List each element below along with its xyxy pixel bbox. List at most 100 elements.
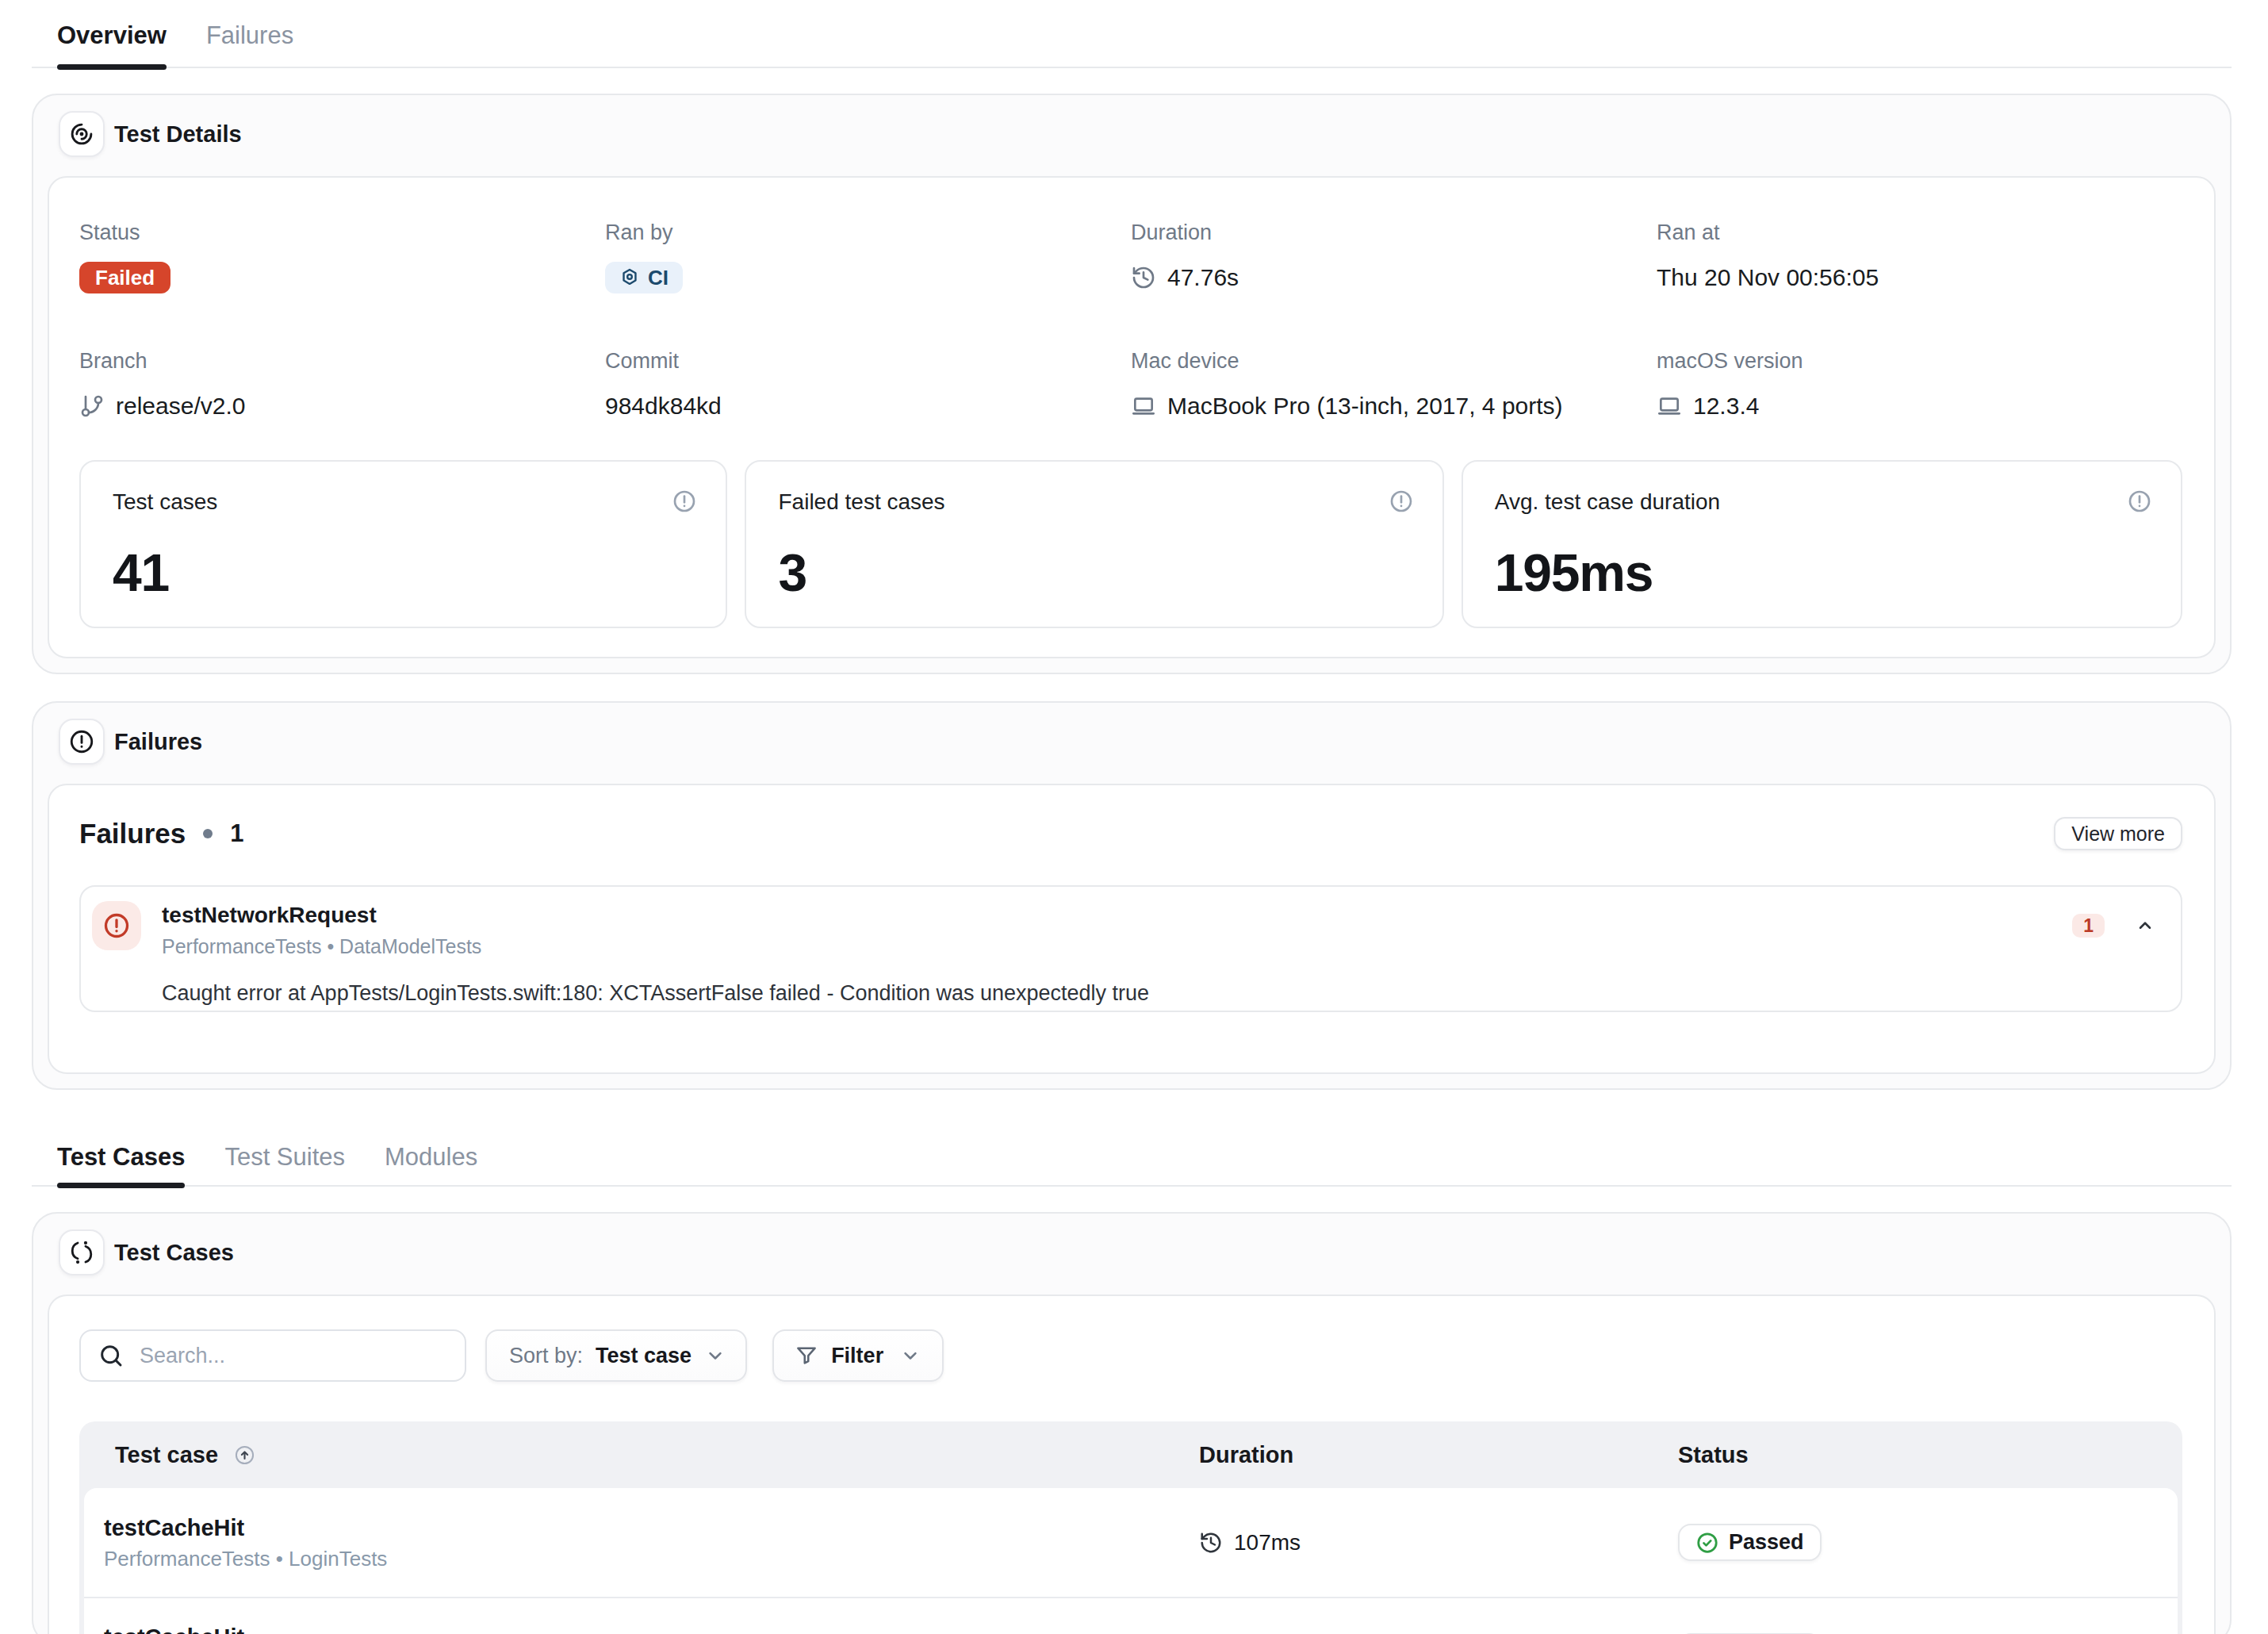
failures-header: Failures [33, 703, 2230, 784]
field-ran-by: Ran by CI [605, 219, 1131, 293]
stat-cards: Test cases 41 Failed test cases [79, 460, 2182, 628]
info-icon[interactable] [672, 489, 697, 514]
row-test-name: testCacheHit [104, 1516, 1199, 1540]
ci-hexagon-icon [619, 267, 640, 288]
field-macos-version: macOS version 12.3.4 [1657, 347, 2182, 422]
test-details-body: Status Failed Ran by CI [48, 176, 2216, 658]
row-test-case-cell: testCacheHit PerformanceTests • LoginTes… [104, 1516, 1199, 1570]
ci-badge-label: CI [648, 262, 669, 293]
field-label: Branch [79, 347, 605, 374]
status-failed-badge: Failed [79, 262, 170, 293]
duration-value: 47.76s [1167, 262, 1239, 293]
ci-badge: CI [605, 262, 683, 293]
history-clock-icon [1131, 265, 1156, 290]
chevron-down-icon [899, 1344, 921, 1367]
sections-tabbar: Test Cases Test Suites Modules [32, 1123, 2232, 1187]
test-details-header: Test Details [33, 95, 2230, 176]
tab-modules[interactable]: Modules [385, 1123, 477, 1185]
filter-label: Filter [831, 1344, 883, 1368]
target-spiral-icon [68, 121, 95, 148]
test-details-card: Test Details Status Failed Ran by [32, 94, 2232, 674]
laptop-icon [1131, 393, 1156, 419]
info-icon[interactable] [1389, 489, 1414, 514]
laptop-icon [1657, 393, 1682, 419]
alert-circle-icon [102, 911, 131, 940]
failure-item[interactable]: testNetworkRequest PerformanceTests • Da… [79, 885, 2182, 1012]
test-cases-icon [68, 1239, 95, 1266]
field-label: Mac device [1131, 347, 1657, 374]
history-clock-icon [1199, 1531, 1223, 1555]
field-label: Duration [1131, 219, 1657, 246]
failure-item-main: testNetworkRequest PerformanceTests • Da… [162, 901, 2052, 1011]
commit-value: 984dk84kd [605, 390, 722, 422]
filter-funnel-icon [795, 1344, 818, 1367]
table-body: testCacheHit PerformanceTests • LoginTes… [84, 1488, 2178, 1634]
column-test-case[interactable]: Test case [115, 1442, 1199, 1468]
passed-badge-label: Passed [1729, 1530, 1804, 1555]
failures-icon-box [59, 719, 105, 765]
stat-label: Failed test cases [778, 489, 944, 516]
tab-failures[interactable]: Failures [206, 0, 293, 67]
failure-item-right: 1 [2072, 901, 2155, 950]
row-test-name: testCacheHit [104, 1625, 1199, 1634]
sort-by-dropdown[interactable]: Sort by: Test case [485, 1329, 747, 1382]
field-label: Ran at [1657, 219, 2182, 246]
test-cases-icon-box [59, 1229, 105, 1275]
stat-label: Test cases [113, 489, 217, 516]
test-cases-header: Test Cases [33, 1214, 2230, 1295]
search-box[interactable] [79, 1329, 466, 1382]
alert-circle-icon [68, 728, 95, 755]
field-mac-device: Mac device MacBook Pro (13-inch, 2017, 4… [1131, 347, 1657, 422]
test-cases-card: Test Cases Sort by: Test case [32, 1212, 2232, 1634]
view-more-button[interactable]: View more [2054, 817, 2182, 850]
macos-version-value: 12.3.4 [1693, 390, 1759, 422]
field-label: Ran by [605, 219, 1131, 246]
stat-test-cases: Test cases 41 [79, 460, 727, 628]
failures-heading: Failures 1 [79, 818, 243, 850]
test-details-title: Test Details [114, 121, 242, 148]
chevron-down-icon [704, 1344, 726, 1367]
field-status: Status Failed [79, 219, 605, 293]
column-duration: Duration [1199, 1442, 1678, 1468]
bullet-separator [203, 829, 213, 838]
search-icon [98, 1343, 124, 1368]
column-status: Status [1678, 1442, 2178, 1468]
field-duration: Duration 47.76s [1131, 219, 1657, 293]
search-input[interactable] [140, 1344, 449, 1368]
chevron-up-icon[interactable] [2135, 915, 2155, 936]
stat-label: Avg. test case duration [1495, 489, 1720, 516]
stat-value: 195ms [1495, 543, 2152, 603]
row-duration-cell: 107ms [1199, 1530, 1678, 1555]
mac-device-value: MacBook Pro (13-inch, 2017, 4 ports) [1167, 390, 1563, 422]
check-circle-icon [1695, 1531, 1719, 1555]
tab-test-cases[interactable]: Test Cases [57, 1123, 185, 1185]
ran-at-value: Thu 20 Nov 00:56:05 [1657, 262, 1879, 293]
filter-dropdown[interactable]: Filter [772, 1329, 944, 1382]
failures-body: Failures 1 View more testNetworkRequest … [48, 784, 2216, 1074]
report-tabbar: Overview Failures [32, 0, 2232, 68]
field-label: Status [79, 219, 605, 246]
tab-test-suites[interactable]: Test Suites [224, 1123, 345, 1185]
field-branch: Branch release/v2.0 [79, 347, 605, 422]
passed-badge: Passed [1678, 1524, 1822, 1561]
test-details-icon-box [59, 111, 105, 157]
sort-arrow-up-icon[interactable] [234, 1444, 255, 1466]
row-test-suites: PerformanceTests • LoginTests [104, 1548, 1199, 1570]
table-row[interactable]: testCacheHit PerformanceTests • LoginTes… [84, 1597, 2178, 1634]
sort-by-value: Test case [596, 1344, 692, 1368]
failure-test-name: testNetworkRequest [162, 904, 2052, 926]
failure-count-badge: 1 [2072, 914, 2105, 938]
failure-icon-box [92, 901, 141, 950]
info-icon[interactable] [2127, 489, 2152, 514]
git-branch-icon [79, 393, 105, 419]
table-row[interactable]: testCacheHit PerformanceTests • LoginTes… [84, 1488, 2178, 1597]
tab-overview[interactable]: Overview [57, 0, 167, 67]
field-commit: Commit 984dk84kd [605, 347, 1131, 422]
test-cases-title: Test Cases [114, 1240, 234, 1266]
failure-message: Caught error at AppTests/LoginTests.swif… [162, 982, 2052, 1004]
test-cases-table: Test case Duration Status testCacheHit P… [79, 1421, 2182, 1634]
field-label: macOS version [1657, 347, 2182, 374]
row-duration-value: 107ms [1234, 1530, 1301, 1555]
test-cases-body: Sort by: Test case Filter [48, 1295, 2216, 1634]
failures-card: Failures Failures 1 View more testNetwor [32, 701, 2232, 1090]
